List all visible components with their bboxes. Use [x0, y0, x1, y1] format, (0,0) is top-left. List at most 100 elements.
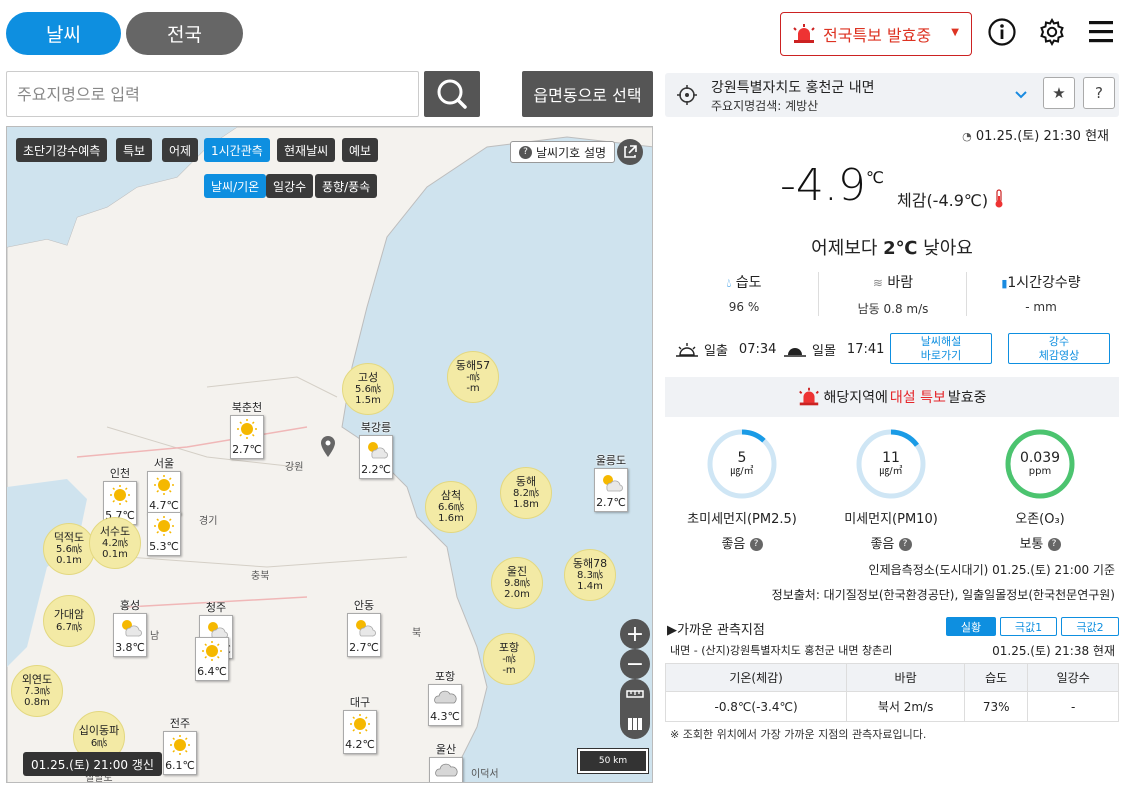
station-card: 2.7℃ — [347, 613, 381, 657]
rain-label: 1시간강수량 — [1007, 275, 1081, 291]
map-btn-current[interactable]: 현재날씨 — [277, 138, 336, 162]
gear-icon[interactable] — [1037, 17, 1067, 47]
sea-station[interactable]: 고성 5.6㎧ 1.5m — [342, 363, 394, 415]
land-station[interactable]: 울산3.5℃ — [429, 741, 463, 782]
air-gauge: 5 ㎍/㎥ — [706, 428, 778, 500]
sunset-label: 일몰 — [812, 344, 836, 359]
sea-station[interactable]: 삼척 6.6㎧ 1.6m — [425, 481, 477, 533]
station-temp: 4.2℃ — [345, 738, 375, 751]
map-btn-forecast[interactable]: 예보 — [342, 138, 379, 162]
map-btn-weather-temp[interactable]: 날씨/기온 — [204, 174, 267, 198]
station-temp: 6.4℃ — [197, 665, 227, 678]
map-btn-nowcast[interactable]: 초단기강수예측 — [16, 138, 108, 162]
land-station[interactable]: 북강릉 2.2℃ — [359, 419, 393, 479]
station-card: 4.2℃ — [343, 710, 377, 754]
legend-button[interactable]: ? 날씨기호 설명 — [510, 141, 616, 163]
land-station[interactable]: 울릉도 2.7℃ — [594, 452, 628, 512]
land-station[interactable]: 북춘천 2.7℃ — [230, 399, 264, 459]
sea-station-name: 서수도 — [99, 524, 131, 538]
favorite-button[interactable]: ★ — [1043, 77, 1075, 109]
air-quality-item: 0.039 ppm 오존(O₃) 보통 ? — [975, 428, 1105, 552]
map-btn-wind[interactable]: 풍향/풍속 — [315, 174, 378, 198]
tab-extreme1[interactable]: 극값1 — [1000, 617, 1057, 636]
sea-station[interactable]: 외연도 7.3㎧ 0.8m — [11, 665, 63, 717]
temperature-unit: ℃ — [866, 168, 884, 187]
external-link-button[interactable] — [617, 139, 643, 165]
tab-national[interactable]: 전국 — [126, 12, 243, 55]
station-temp: 3.8℃ — [115, 641, 145, 654]
sea-station[interactable]: 동해78 8.3㎧ 1.4m — [564, 549, 616, 601]
station-name: 북춘천 — [231, 401, 263, 414]
station-name: 홍성 — [119, 599, 141, 612]
location-pin-icon — [321, 436, 335, 457]
tab-extreme2[interactable]: 극값2 — [1061, 617, 1119, 636]
map-btn-yesterday[interactable]: 어제 — [162, 138, 199, 162]
help-button[interactable]: ? — [1083, 77, 1115, 109]
land-station[interactable]: 인천 5.7℃ — [103, 465, 137, 525]
air-quality-item: 5 ㎍/㎥ 초미세먼지(PM2.5) 좋음 ? — [677, 428, 807, 552]
nearby-station-title: ▶가까운 관측지점 — [667, 623, 765, 638]
partly-cloudy-icon — [364, 438, 388, 463]
sea-station-wave: -m — [466, 383, 480, 395]
land-station[interactable]: 서울 4.7℃ — [147, 455, 181, 515]
station-name: 전주 — [169, 717, 191, 730]
sea-station[interactable]: 포항 -㎧ -m — [483, 633, 535, 685]
tab-realtime[interactable]: 실황 — [946, 617, 996, 636]
station-name: 안동 — [353, 599, 375, 612]
town-select-button[interactable]: 읍면동으로 선택 — [522, 71, 653, 117]
nearby-station-time: 01.25.(토) 21:38 현재 — [992, 644, 1115, 658]
map-btn-daily-rain[interactable]: 일강수 — [266, 174, 314, 198]
rain-value: - mm — [1025, 300, 1057, 314]
humidity-label: 습도 — [735, 275, 762, 291]
compare-prefix: 어제보다 — [811, 238, 884, 259]
help-icon[interactable]: ? — [1047, 538, 1061, 551]
air-name: 초미세먼지(PM2.5) — [687, 512, 797, 527]
land-station[interactable]: 6.4℃ — [195, 637, 229, 681]
chevron-down-icon[interactable] — [1015, 90, 1027, 100]
station-card: 2.7℃ — [230, 415, 264, 459]
map-btn-warning[interactable]: 특보 — [116, 138, 153, 162]
land-station[interactable]: 홍성 3.8℃ — [113, 597, 147, 657]
search-icon — [437, 79, 467, 109]
wind-value: 남동 0.8 m/s — [857, 302, 929, 316]
air-grade: 좋음 ? — [677, 533, 807, 552]
land-station[interactable]: 포항 4.3℃ — [428, 668, 462, 726]
col-wind: 바람 — [846, 663, 965, 692]
info-icon[interactable] — [987, 17, 1017, 47]
sea-station[interactable]: 덕적도 5.6㎧ 0.1m — [43, 523, 95, 575]
ruler-button[interactable] — [620, 679, 650, 709]
location-selector[interactable]: 강원특별자치도 홍천군 내면 주요지명검색: 계방산 ★ ? — [665, 73, 1119, 117]
national-alert-button[interactable]: 전국특보 발효중 ▼ — [780, 12, 972, 56]
sea-station[interactable]: 울진 9.8㎧ 2.0m — [491, 557, 543, 609]
land-station[interactable]: 대구 4.2℃ — [343, 694, 377, 754]
land-station[interactable]: 5.3℃ — [147, 512, 181, 556]
partly-cloudy-icon — [599, 471, 623, 496]
region-label: 강원 — [285, 462, 304, 473]
air-name: 미세먼지(PM10) — [844, 512, 938, 527]
layers-button[interactable] — [620, 709, 650, 739]
tab-weather[interactable]: 날씨 — [6, 12, 121, 55]
land-station[interactable]: 전주 6.1℃ — [163, 715, 197, 775]
help-icon[interactable]: ? — [898, 538, 912, 551]
station-card: 3.8℃ — [113, 613, 147, 657]
map-btn-hourly-obs[interactable]: 1시간관측 — [204, 138, 270, 162]
weather-map[interactable]: 초단기강수예측 특보 어제 1시간관측 현재날씨 예보 날씨/기온 일강수 풍향… — [6, 126, 653, 783]
rain-video-button[interactable]: 강수 체감영상 — [1008, 333, 1110, 364]
sea-station[interactable]: 가대암 6.7㎧ — [43, 595, 95, 647]
warning-prefix: 해당지역에 — [823, 390, 888, 406]
weather-commentary-button[interactable]: 날씨해설 바로가기 — [890, 333, 992, 364]
sea-station[interactable]: 동해 8.2㎧ 1.8m — [500, 467, 552, 519]
help-icon[interactable]: ? — [749, 538, 763, 551]
sea-station[interactable]: 서수도 4.2㎧ 0.1m — [89, 517, 141, 569]
sea-station-name: 동해78 — [572, 556, 608, 570]
zoom-in-button[interactable]: + — [620, 619, 650, 649]
search-button[interactable] — [424, 71, 480, 117]
sea-station[interactable]: 동해57 -㎧ -m — [447, 351, 499, 403]
land-station[interactable]: 안동 2.7℃ — [347, 597, 381, 657]
commentary-line2: 바로가기 — [920, 349, 962, 362]
hamburger-menu-icon[interactable] — [1087, 17, 1117, 47]
region-label: 경기 — [199, 516, 218, 527]
search-input[interactable] — [6, 71, 419, 117]
zoom-out-button[interactable]: − — [620, 649, 650, 679]
air-value: 0.039 — [1019, 449, 1061, 466]
